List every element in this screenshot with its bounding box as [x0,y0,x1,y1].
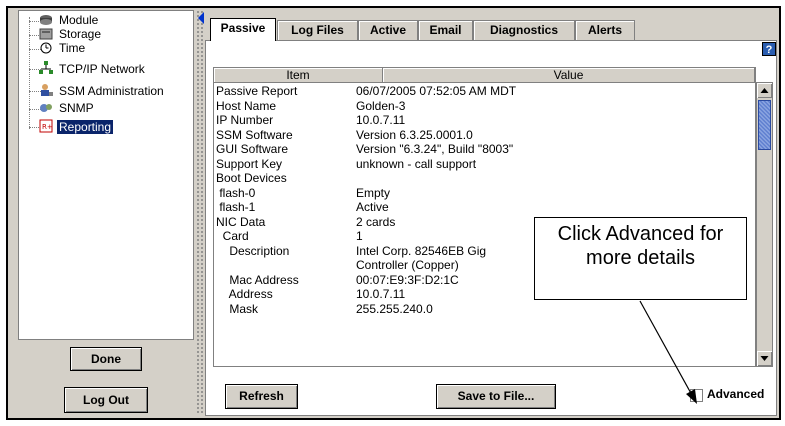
callout-arrow [639,300,697,404]
tab-passive[interactable]: Passive [210,18,276,41]
